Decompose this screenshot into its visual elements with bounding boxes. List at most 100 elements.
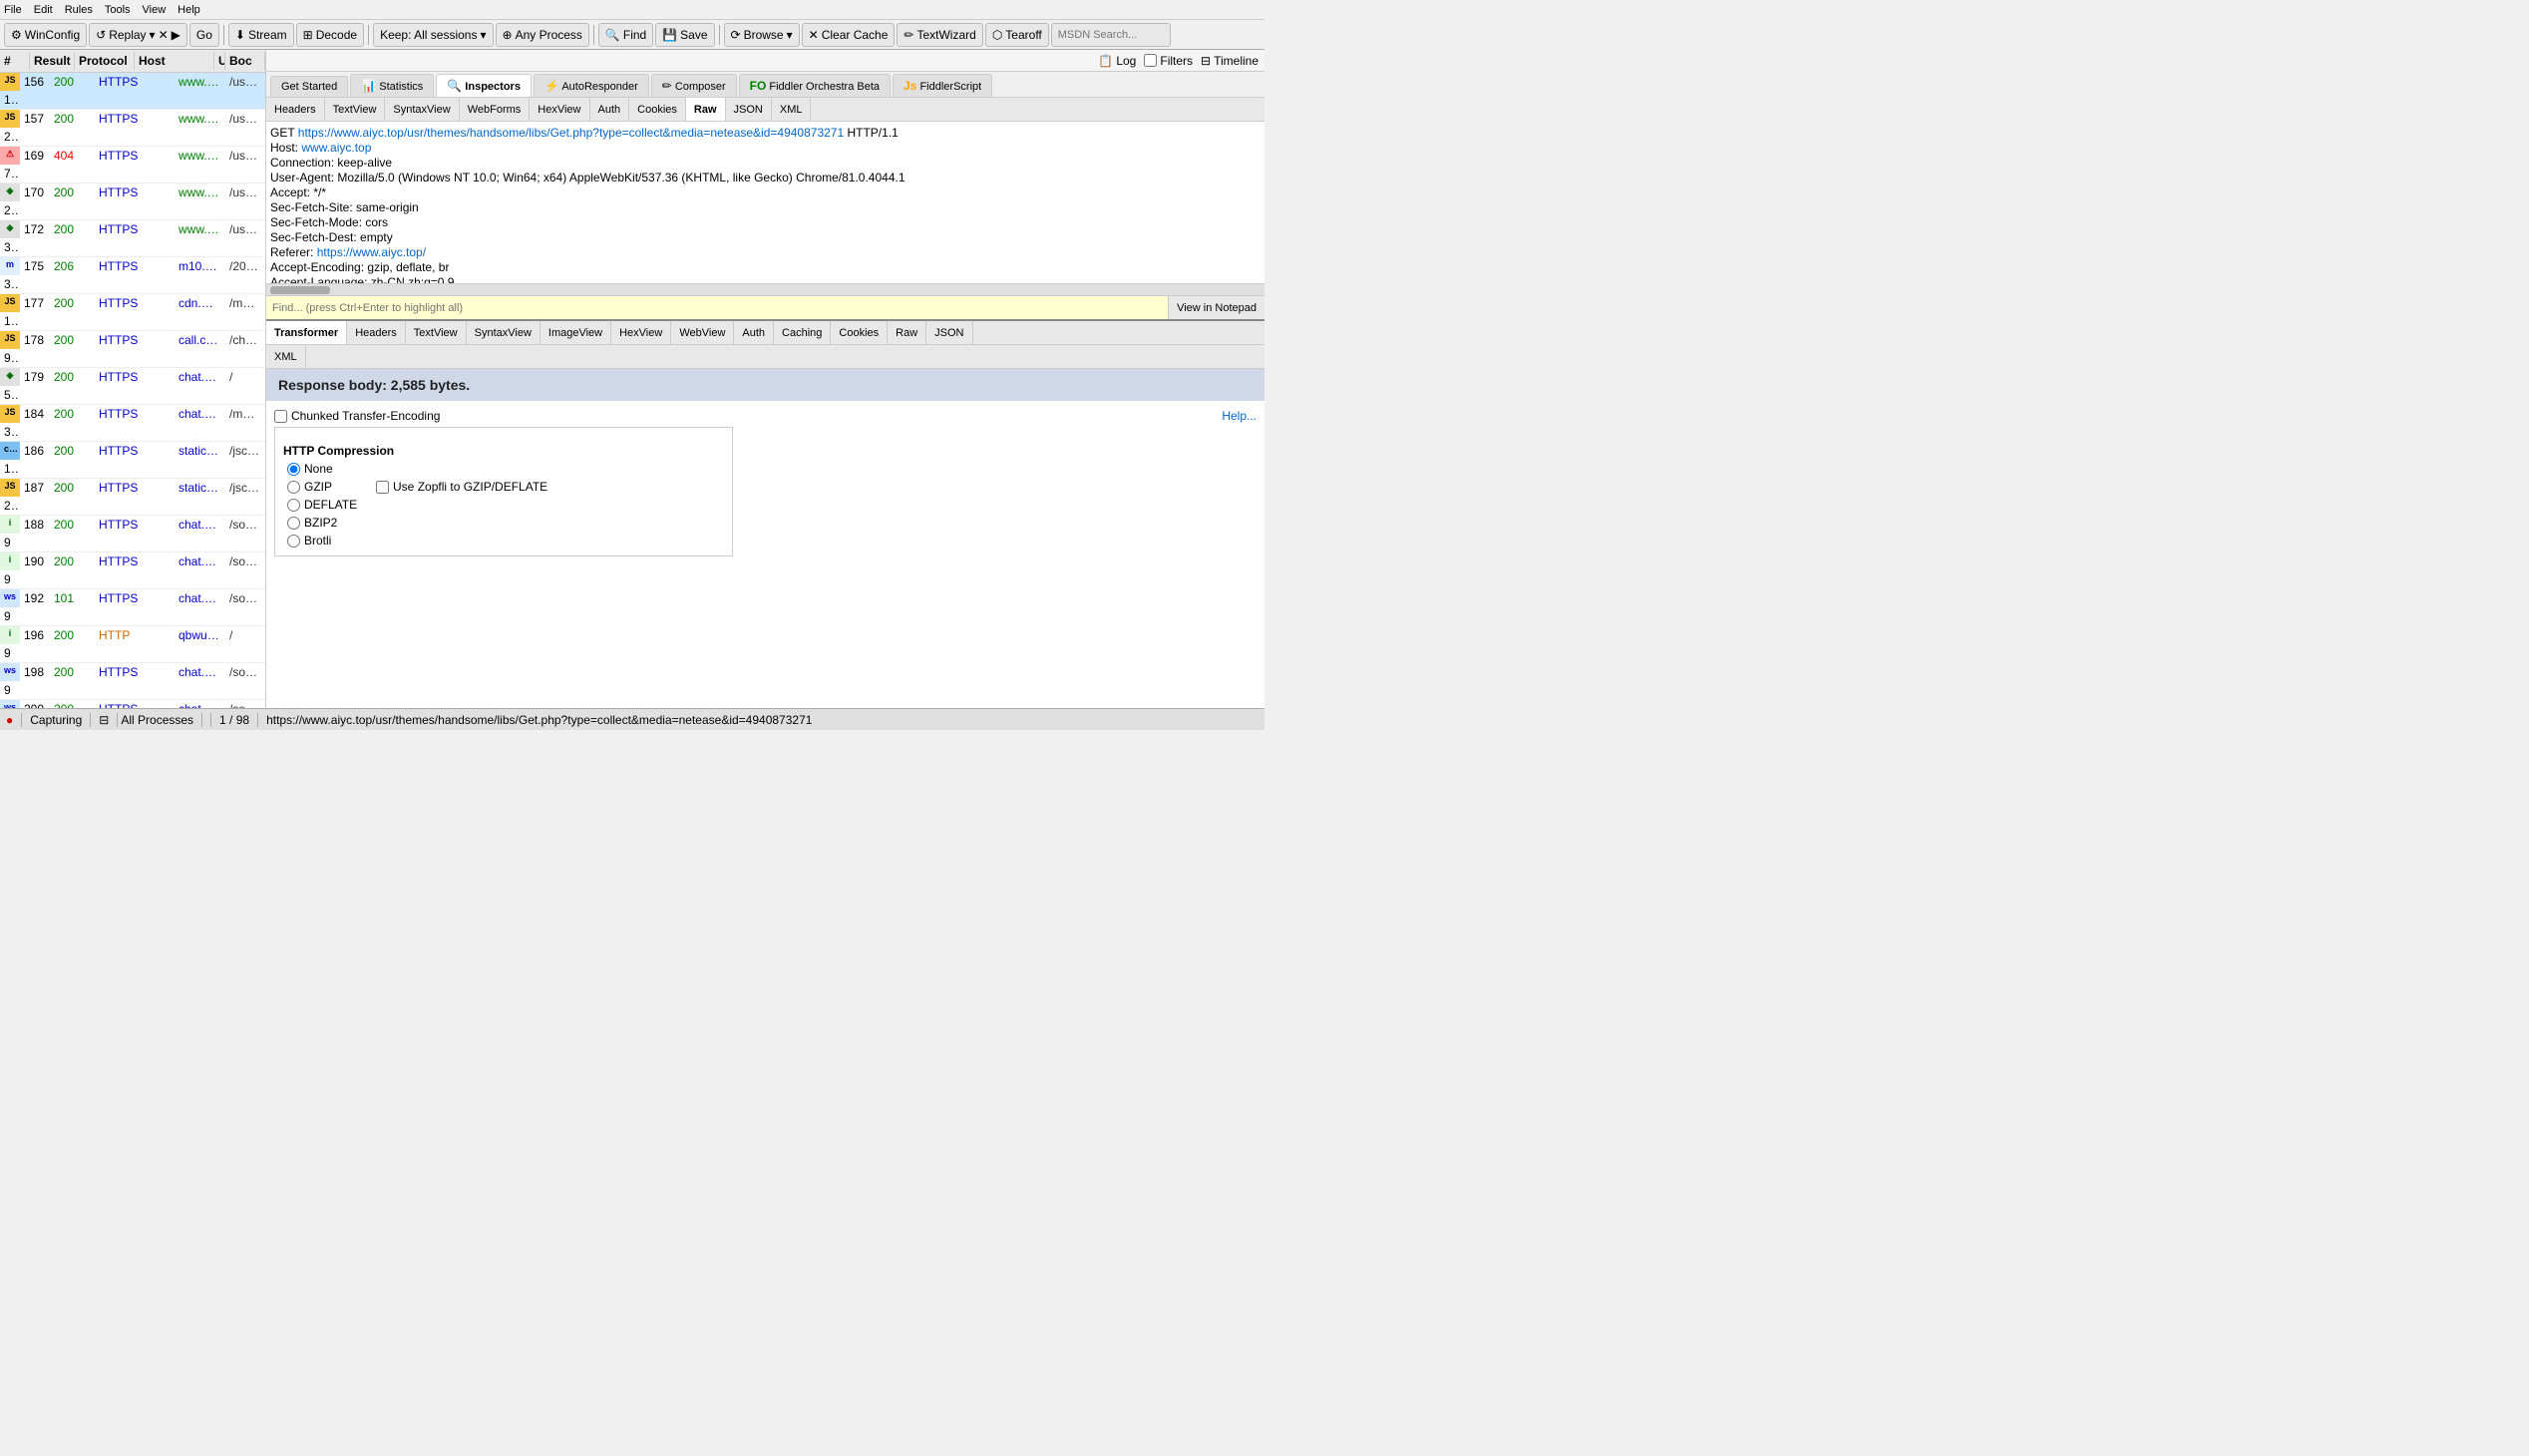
sec-fetch-mode-header: Sec-Fetch-Mode: cors (270, 215, 388, 229)
table-row[interactable]: ◈ 170 200 HTTPS www.aiyc.top /usr/themes… (0, 183, 265, 220)
replay-button[interactable]: ↺ Replay ▾ ✕ ▶ (89, 23, 187, 47)
resp-tab-syntaxview[interactable]: SyntaxView (467, 321, 541, 344)
session-protocol: HTTPS (95, 663, 175, 681)
table-row[interactable]: m 175 206 HTTPS m10.music.126.net /20200… (0, 257, 265, 294)
table-row[interactable]: JS 178 200 HTTPS call.chatra.io /chatra.… (0, 331, 265, 368)
winconfig-button[interactable]: ⚙ WinConfig (4, 23, 87, 47)
req-tab-xml[interactable]: XML (772, 98, 812, 121)
req-tab-auth[interactable]: Auth (590, 98, 630, 121)
table-row[interactable]: ws 198 200 HTTPS chat.chatra.io /sockjs/… (0, 663, 265, 700)
menu-file[interactable]: File (4, 4, 22, 16)
clear-cache-button[interactable]: ✕ Clear Cache (802, 23, 896, 47)
request-hscroll-thumb[interactable] (270, 286, 330, 294)
table-row[interactable]: ◈ 172 200 HTTPS www.aiyc.top /usr/themes… (0, 220, 265, 257)
session-icon: JS (0, 479, 20, 497)
menu-edit[interactable]: Edit (34, 4, 53, 16)
session-url: /usr/themes/handsome/as... (225, 147, 265, 165)
deflate-radio[interactable] (287, 499, 300, 512)
table-row[interactable]: JS 184 200 HTTPS chat.chatra.io /meteor_… (0, 405, 265, 442)
req-tab-hexview[interactable]: HexView (530, 98, 589, 121)
resp-tab-imageview[interactable]: ImageView (541, 321, 611, 344)
none-radio[interactable] (287, 463, 300, 476)
zopfli-checkbox[interactable] (376, 481, 389, 494)
filters-checkbox[interactable] (1144, 54, 1157, 67)
browse-button[interactable]: ⟳ Browse ▾ (724, 23, 800, 47)
menu-help[interactable]: Help (178, 4, 200, 16)
find-input[interactable] (266, 296, 1168, 319)
clear-cache-icon: ✕ (809, 28, 819, 42)
brotli-radio[interactable] (287, 535, 300, 547)
resp-tab-textview[interactable]: TextView (406, 321, 467, 344)
keep-button[interactable]: Keep: All sessions ▾ (373, 23, 493, 47)
resp-tab-xml[interactable]: XML (266, 345, 306, 368)
tab-fiddler-script[interactable]: Js FiddlerScript (893, 74, 992, 97)
col-url: URL (214, 52, 225, 70)
accept-encoding-header: Accept-Encoding: gzip, deflate, br (270, 260, 449, 274)
table-row[interactable]: i 188 200 HTTPS chat.chatra.io /sockjs/i… (0, 516, 265, 552)
table-row[interactable]: JS 177 200 HTTPS cdn.mathjax.org /mathja… (0, 294, 265, 331)
tab-fiddler-orchestra[interactable]: FO Fiddler Orchestra Beta (739, 74, 891, 97)
session-result: 200 (50, 294, 95, 312)
resp-tab-auth[interactable]: Auth (734, 321, 774, 344)
req-tab-raw[interactable]: Raw (686, 98, 726, 121)
search-input[interactable] (1051, 23, 1171, 47)
resp-tab-transformer[interactable]: Transformer (266, 321, 347, 344)
req-tab-headers[interactable]: Headers (266, 98, 325, 121)
menu-rules[interactable]: Rules (65, 4, 93, 16)
text-wizard-button[interactable]: ✏ TextWizard (897, 23, 982, 47)
table-row[interactable]: JS 187 200 HTTPS static.chatra.io /jscss… (0, 479, 265, 516)
table-row[interactable]: i 196 200 HTTP qbwup.imtt.qq.com / 9 (0, 626, 265, 663)
resp-tab-cookies[interactable]: Cookies (831, 321, 888, 344)
table-row[interactable]: css 186 200 HTTPS static.chatra.io /jscs… (0, 442, 265, 479)
resp-tab-headers[interactable]: Headers (347, 321, 406, 344)
menu-tools[interactable]: Tools (105, 4, 131, 16)
decode-button[interactable]: ⊞ Decode (296, 23, 364, 47)
chunked-checkbox[interactable] (274, 410, 287, 423)
resp-tab-caching[interactable]: Caching (774, 321, 831, 344)
resp-tab-json[interactable]: JSON (926, 321, 972, 344)
view-in-notepad-button[interactable]: View in Notepad (1168, 296, 1264, 319)
tab-get-started[interactable]: Get Started (270, 76, 348, 97)
tearoff-button[interactable]: ⬡ Tearoff (985, 23, 1049, 47)
session-id: 186 (20, 442, 50, 460)
request-hscroll[interactable] (266, 283, 1264, 295)
process-button[interactable]: ⊕ Any Process (496, 23, 589, 47)
stream-button[interactable]: ⬇ Stream (228, 23, 294, 47)
gzip-radio[interactable] (287, 481, 300, 494)
help-link[interactable]: Help... (1222, 409, 1257, 423)
req-tab-webforms[interactable]: WebForms (460, 98, 531, 121)
table-row[interactable]: ◈ 179 200 HTTPS chat.chatra.io / 57 (0, 368, 265, 405)
session-id: 184 (20, 405, 50, 423)
table-row[interactable]: ws 192 101 HTTPS chat.chatra.io /sockjs/… (0, 589, 265, 626)
tab-autoresponder[interactable]: ⚡ AutoResponder (534, 74, 649, 97)
req-tab-textview[interactable]: TextView (325, 98, 386, 121)
req-tab-json[interactable]: JSON (726, 98, 772, 121)
table-row[interactable]: JS 157 200 HTTPS www.aiyc.top /usr/theme… (0, 110, 265, 147)
resp-tab-hexview[interactable]: HexView (611, 321, 671, 344)
req-tab-syntaxview[interactable]: SyntaxView (385, 98, 459, 121)
filters-item[interactable]: Filters (1144, 54, 1193, 68)
request-url[interactable]: https://www.aiyc.top/usr/themes/handsome… (298, 126, 844, 140)
right-panel: 📋 Log Filters ⊟ Timeline Get Started 📊 S… (266, 50, 1264, 708)
table-row[interactable]: i 190 200 HTTPS chat.chatra.io /sockjs/i… (0, 552, 265, 589)
save-button[interactable]: 💾 Save (655, 23, 714, 47)
table-row[interactable]: JS 156 200 HTTPS www.aiyc.top /usr/theme… (0, 73, 265, 110)
req-tab-cookies[interactable]: Cookies (629, 98, 686, 121)
timeline-item[interactable]: ⊟ Timeline (1201, 54, 1259, 68)
resp-tab-webview[interactable]: WebView (671, 321, 734, 344)
tab-inspectors[interactable]: 🔍 Inspectors (436, 74, 532, 97)
table-row[interactable]: ⚠ 169 404 HTTPS www.aiyc.top /usr/themes… (0, 147, 265, 183)
session-icon: ⚠ (0, 147, 20, 165)
tab-statistics[interactable]: 📊 Statistics (350, 74, 434, 97)
log-item[interactable]: 📋 Log (1098, 54, 1136, 68)
bzip2-radio[interactable] (287, 517, 300, 530)
session-url: /usr/themes/handsome/lib... (225, 183, 265, 201)
chunked-label[interactable]: Chunked Transfer-Encoding (274, 409, 440, 423)
go-button[interactable]: Go (189, 23, 219, 47)
resp-tab-raw[interactable]: Raw (888, 321, 926, 344)
table-row[interactable]: ws 200 200 HTTPS chat.chatra.io /sockjs/… (0, 700, 265, 708)
tab-composer[interactable]: ✏ Composer (651, 74, 737, 97)
find-button[interactable]: 🔍 Find (598, 23, 653, 47)
stream-icon: ⬇ (235, 28, 245, 42)
menu-view[interactable]: View (143, 4, 167, 16)
